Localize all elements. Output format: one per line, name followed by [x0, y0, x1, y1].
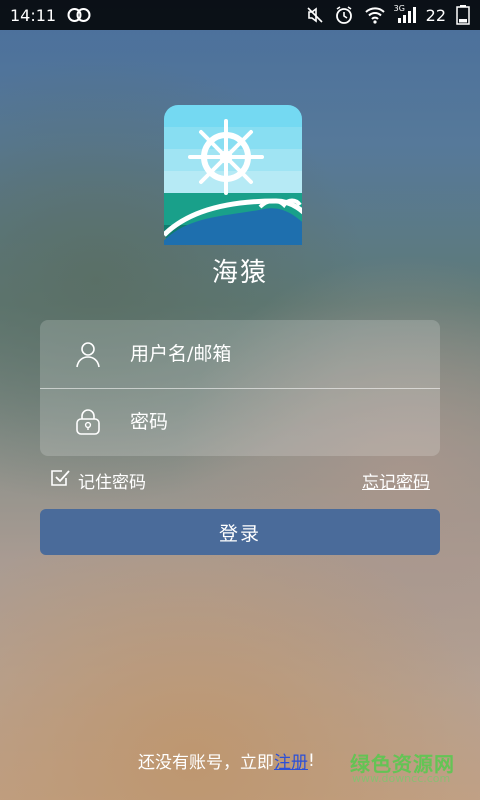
- no-account-text: 还没有账号，立即: [138, 753, 274, 773]
- status-bar: 14:11 3G 22: [0, 0, 480, 30]
- alarm-clock-icon: [334, 5, 354, 25]
- forgot-password-link[interactable]: 忘记密码: [362, 468, 430, 493]
- password-field[interactable]: [40, 388, 440, 456]
- register-link[interactable]: 注册: [274, 748, 308, 773]
- exclamation-text: !: [308, 750, 315, 771]
- network-type-label: 3G: [393, 4, 405, 13]
- register-prompt: 还没有账号，立即 注册 !: [138, 748, 315, 774]
- app-logo: [158, 105, 322, 265]
- mute-icon: [306, 6, 324, 24]
- clock: 14:11: [10, 5, 57, 25]
- user-icon: [72, 338, 104, 370]
- signal-icon: 3G: [393, 4, 416, 24]
- remember-password-label[interactable]: 记住密码: [78, 468, 146, 493]
- lock-icon: [72, 406, 104, 438]
- watermark-url: www.downcc.com: [352, 772, 451, 785]
- battery-icon: [456, 5, 470, 25]
- wifi-icon: [364, 6, 386, 24]
- login-form: [40, 320, 440, 456]
- login-button[interactable]: 登录: [40, 509, 440, 555]
- battery-level: 22: [425, 5, 446, 25]
- link-rings-icon: [66, 7, 92, 23]
- checkbox-checked-icon[interactable]: [50, 468, 70, 493]
- app-name: 海猿: [211, 258, 268, 288]
- username-field[interactable]: [40, 320, 440, 389]
- username-input[interactable]: [128, 342, 432, 366]
- password-input[interactable]: [128, 410, 432, 434]
- remember-password-checkbox[interactable]: 记住密码: [50, 468, 146, 493]
- login-options-row: 记住密码 忘记密码: [50, 466, 430, 494]
